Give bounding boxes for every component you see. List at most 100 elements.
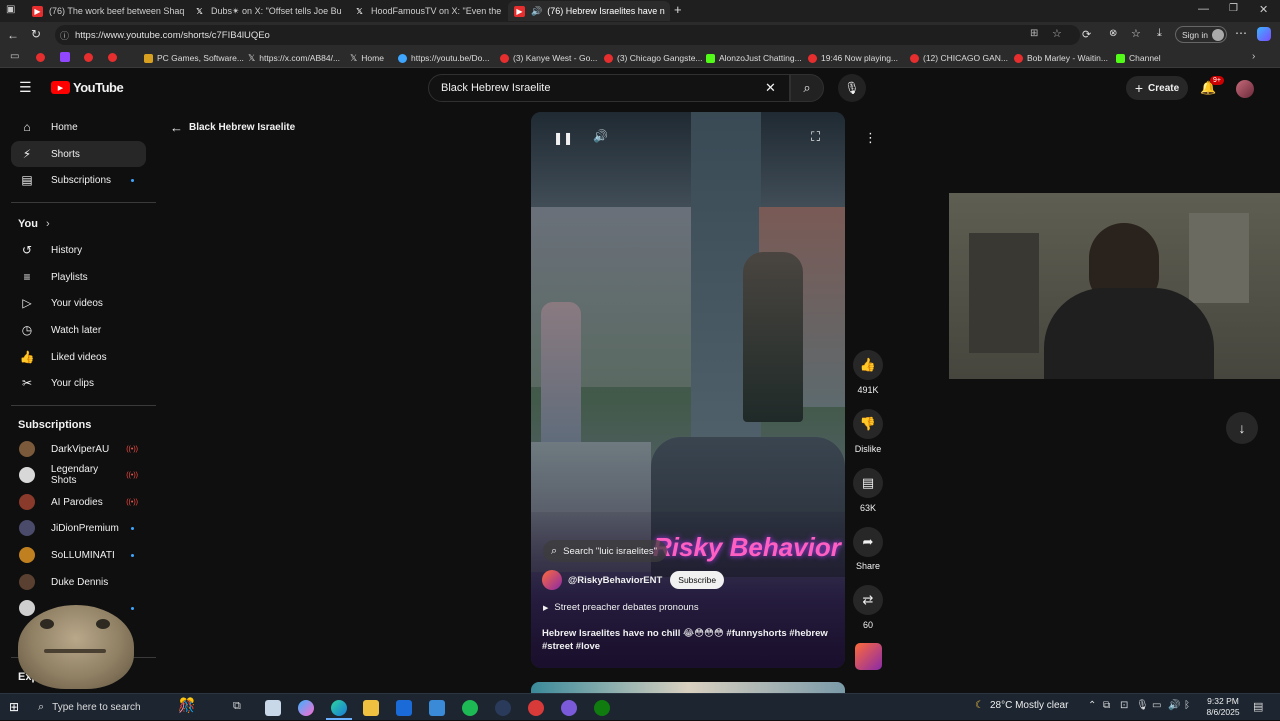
share-button[interactable]: ➦ bbox=[853, 527, 883, 557]
url-field[interactable]: ⓘ https://www.youtube.com/shorts/c7FIB4l… bbox=[55, 25, 1080, 45]
store-icon[interactable] bbox=[265, 700, 281, 716]
twitch-icon[interactable] bbox=[60, 52, 70, 62]
subscription-item[interactable]: Legendary Shots ((•)) bbox=[11, 462, 146, 488]
youtube-icon[interactable] bbox=[36, 53, 45, 62]
sidebar-item-history[interactable]: ↺ History bbox=[11, 237, 146, 263]
sidebar-item-liked-videos[interactable]: 👍 Liked videos bbox=[11, 344, 146, 370]
reload-icon[interactable]: ↻ bbox=[31, 27, 41, 41]
fullscreen-icon[interactable]: ⛶ bbox=[811, 129, 820, 145]
sidebar-item-home[interactable]: ⌂ Home bbox=[11, 114, 146, 140]
xbox-icon[interactable] bbox=[594, 700, 610, 716]
chevron-up-icon[interactable]: ⌃ bbox=[1088, 700, 1096, 711]
bookmark-6[interactable]: (3) Chicago Gangste... bbox=[604, 51, 703, 65]
youtube-icon[interactable] bbox=[108, 53, 117, 62]
bookmark-10[interactable]: Bob Marley - Waitin... bbox=[1014, 51, 1108, 65]
browser-tab-3[interactable]: 𝕏 HoodFamousTV on X: "Even the ✕ bbox=[348, 1, 508, 21]
sound-thumbnail[interactable] bbox=[855, 643, 882, 670]
minimize-button[interactable]: — bbox=[1198, 3, 1209, 15]
bluetooth-icon[interactable]: ᛒ bbox=[1184, 700, 1190, 711]
playlist-link[interactable]: ▶ Street preacher debates pronouns bbox=[543, 602, 699, 613]
widgets-icon[interactable]: 🎊 bbox=[178, 697, 195, 714]
dislike-button[interactable]: 👎 bbox=[853, 409, 883, 439]
bookmark-7[interactable]: AlonzoJust Chatting... bbox=[706, 51, 802, 65]
chevron-right-icon[interactable]: › bbox=[1252, 51, 1255, 62]
remix-button[interactable]: ⇄ bbox=[853, 585, 883, 615]
like-button[interactable]: 👍 bbox=[853, 350, 883, 380]
bookmark-2[interactable]: 𝕏https://x.com/AB84/... bbox=[248, 51, 340, 65]
back-icon[interactable]: ← bbox=[7, 28, 19, 42]
next-short-preview[interactable] bbox=[531, 682, 845, 693]
close-window-button[interactable]: ✕ bbox=[1259, 3, 1268, 16]
copilot-icon[interactable] bbox=[1257, 27, 1271, 41]
copilot-icon[interactable] bbox=[298, 700, 314, 716]
windows-start-icon[interactable]: ⊞ bbox=[9, 700, 19, 714]
next-short-button[interactable]: ↓ bbox=[1226, 412, 1258, 444]
speaker-icon[interactable]: 🔊 bbox=[531, 6, 542, 17]
subscribe-button[interactable]: Subscribe bbox=[670, 571, 725, 589]
avatar[interactable] bbox=[1236, 80, 1254, 98]
bookmark-8[interactable]: 19:46 Now playing... bbox=[808, 51, 898, 65]
bookmark-4[interactable]: https://youtu.be/Do... bbox=[398, 51, 489, 65]
subscription-item[interactable]: DarkViperAU ((•)) bbox=[11, 436, 146, 462]
favorites-icon[interactable]: ☆ bbox=[1131, 27, 1141, 40]
clock[interactable]: 9:32 PM 8/6/2025 bbox=[1202, 696, 1244, 718]
notifications-button[interactable]: 🔔 9+ bbox=[1200, 76, 1224, 96]
extensions-icon[interactable]: ⟳ bbox=[1082, 28, 1091, 41]
photos-icon[interactable] bbox=[429, 700, 445, 716]
more-options-icon[interactable]: ⋮ bbox=[864, 130, 877, 146]
subscription-item[interactable]: AI Parodies ((•)) bbox=[11, 489, 146, 515]
sidebar-item-subscriptions[interactable]: ▤ Subscriptions bbox=[11, 167, 146, 193]
bookmark-1[interactable]: PC Games, Software... bbox=[144, 51, 244, 65]
sidebar-item-watch-later[interactable]: ◷ Watch later bbox=[11, 317, 146, 343]
clear-search-icon[interactable]: ✕ bbox=[765, 80, 776, 96]
youtube-icon[interactable] bbox=[84, 53, 93, 62]
you-section-header[interactable]: You › bbox=[18, 218, 50, 230]
sign-in-button[interactable]: Sign in bbox=[1175, 26, 1227, 43]
tracking-icon[interactable]: ⊗ bbox=[1109, 28, 1117, 39]
maximize-button[interactable]: ❐ bbox=[1229, 3, 1238, 14]
browser-tab-2[interactable]: 𝕏 Dubs✴ on X: "Offset tells Joe Bu ✕ bbox=[188, 1, 348, 21]
browser-tab-1[interactable]: ▶ (76) The work beef between Shaq ✕ bbox=[26, 1, 188, 21]
notification-center-icon[interactable]: ▤ bbox=[1253, 700, 1263, 713]
related-search-chip[interactable]: ⌕ Search "luic israelites" bbox=[543, 540, 668, 562]
close-icon[interactable]: ✕ bbox=[665, 6, 670, 17]
pause-icon[interactable]: ❚❚ bbox=[553, 131, 573, 145]
microphone-icon[interactable]: 🎙 bbox=[1136, 700, 1149, 711]
subscription-item[interactable]: SoLLUMINATI bbox=[11, 542, 146, 568]
channel-handle[interactable]: @RiskyBehaviorENT bbox=[568, 575, 662, 586]
channel-avatar[interactable] bbox=[542, 570, 562, 590]
outlook-icon[interactable] bbox=[396, 700, 412, 716]
app-icon[interactable] bbox=[495, 700, 511, 716]
weather-widget[interactable]: ☾ 28°C Mostly clear bbox=[975, 700, 1068, 711]
task-view-icon[interactable]: ⧉ bbox=[233, 700, 241, 713]
sidebar-item-playlists[interactable]: ≡ Playlists bbox=[11, 264, 146, 290]
subscription-item[interactable]: Duke Dennis bbox=[11, 569, 146, 595]
sidebar-item-your-clips[interactable]: ✂ Your clips bbox=[11, 370, 146, 396]
close-icon[interactable]: ✕ bbox=[501, 6, 508, 17]
tray-icon[interactable]: ⊡ bbox=[1120, 700, 1128, 711]
favorite-star-icon[interactable]: ☆ bbox=[1052, 27, 1062, 40]
back-to-search-link[interactable]: ← Black Hebrew Israelite bbox=[170, 120, 295, 135]
edge-icon[interactable] bbox=[331, 700, 347, 716]
search-input[interactable]: Black Hebrew Israelite ✕ bbox=[428, 74, 790, 102]
comments-button[interactable]: ▤ bbox=[853, 468, 883, 498]
app-icon[interactable]: ⊞ bbox=[1030, 28, 1038, 39]
tab-actions-icon[interactable]: ▣ bbox=[6, 4, 15, 15]
more-menu-icon[interactable]: ⋯ bbox=[1235, 26, 1247, 40]
volume-icon[interactable]: 🔊 bbox=[593, 129, 608, 143]
create-button[interactable]: + Create bbox=[1126, 76, 1188, 100]
discord-icon[interactable] bbox=[561, 700, 577, 716]
downloads-icon[interactable]: ⤓ bbox=[1157, 27, 1162, 40]
bookmark-3[interactable]: 𝕏 Home bbox=[350, 51, 384, 65]
file-explorer-icon[interactable] bbox=[363, 700, 379, 716]
tray-icon[interactable]: ⧉ bbox=[1103, 700, 1110, 711]
spotify-icon[interactable] bbox=[462, 700, 478, 716]
taskbar-search-box[interactable]: ⌕ Type here to search bbox=[30, 694, 178, 721]
new-tab-button[interactable]: + bbox=[674, 2, 682, 17]
app-icon[interactable] bbox=[528, 700, 544, 716]
bookmark-5[interactable]: (3) Kanye West - Go... bbox=[500, 51, 597, 65]
volume-icon[interactable]: 🔊 bbox=[1168, 700, 1180, 711]
search-button[interactable]: ⌕ bbox=[790, 74, 824, 102]
subscription-item[interactable]: JiDionPremium bbox=[11, 515, 146, 541]
video-description[interactable]: Hebrew Israelites have no chill 😂😳😳😳 #fu… bbox=[542, 627, 832, 653]
